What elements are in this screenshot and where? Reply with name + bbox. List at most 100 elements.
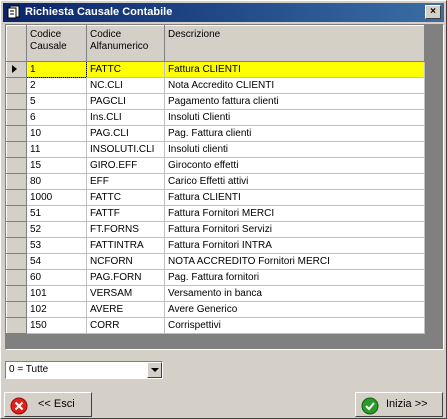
row-indicator[interactable] bbox=[6, 317, 27, 334]
row-indicator[interactable] bbox=[6, 189, 27, 206]
table-row[interactable]: 10 PAG.CLI Pag. Fattura clienti bbox=[6, 125, 425, 142]
cell-codice-alfanumerico[interactable]: AVERE bbox=[86, 301, 165, 318]
row-indicator[interactable] bbox=[6, 77, 27, 94]
cell-descrizione[interactable]: Insoluti clienti bbox=[164, 141, 425, 158]
cell-codice-alfanumerico[interactable]: FATTINTRA bbox=[86, 237, 165, 254]
cell-codice-causale[interactable]: 1000 bbox=[26, 189, 87, 206]
close-icon: × bbox=[430, 6, 436, 17]
table-row[interactable]: 150 CORR Corrispettivi bbox=[6, 317, 425, 334]
cell-descrizione[interactable]: Fattura CLIENTI bbox=[164, 61, 425, 78]
cell-codice-alfanumerico[interactable]: PAG.CLI bbox=[86, 125, 165, 142]
row-indicator[interactable] bbox=[6, 285, 27, 302]
row-indicator[interactable] bbox=[6, 109, 27, 126]
cell-descrizione[interactable]: Avere Generico bbox=[164, 301, 425, 318]
row-indicator[interactable] bbox=[6, 237, 27, 254]
table-row[interactable]: 102 AVERE Avere Generico bbox=[6, 301, 425, 318]
table-row[interactable]: 53 FATTINTRA Fattura Fornitori INTRA bbox=[6, 237, 425, 254]
cell-codice-causale[interactable]: 80 bbox=[26, 173, 87, 190]
cell-codice-causale[interactable]: 150 bbox=[26, 317, 87, 334]
cell-codice-causale[interactable]: 101 bbox=[26, 285, 87, 302]
cell-descrizione[interactable]: Fattura Fornitori INTRA bbox=[164, 237, 425, 254]
table-row[interactable]: 5 PAGCLI Pagamento fattura clienti bbox=[6, 93, 425, 110]
red-x-icon bbox=[10, 397, 28, 415]
table-row[interactable]: 1 FATTC Fattura CLIENTI bbox=[6, 61, 425, 78]
cell-codice-alfanumerico[interactable]: GIRO.EFF bbox=[86, 157, 165, 174]
row-indicator[interactable] bbox=[6, 93, 27, 110]
table-row[interactable]: 51 FATTF Fattura Fornitori MERCI bbox=[6, 205, 425, 222]
row-indicator[interactable] bbox=[6, 141, 27, 158]
table-row[interactable]: 6 Ins.CLI Insoluti Clienti bbox=[6, 109, 425, 126]
exit-button[interactable]: << Esci bbox=[4, 392, 92, 417]
row-indicator[interactable] bbox=[6, 125, 27, 142]
row-indicator[interactable] bbox=[6, 205, 27, 222]
cell-descrizione[interactable]: Versamento in banca bbox=[164, 285, 425, 302]
cell-codice-alfanumerico[interactable]: Ins.CLI bbox=[86, 109, 165, 126]
column-header-descrizione[interactable]: Descrizione bbox=[164, 25, 425, 62]
cell-codice-causale[interactable]: 15 bbox=[26, 157, 87, 174]
row-indicator[interactable] bbox=[6, 269, 27, 286]
table-row[interactable]: 54 NCFORN NOTA ACCREDITO Fornitori MERCI bbox=[6, 253, 425, 270]
cell-codice-alfanumerico[interactable]: NC.CLI bbox=[86, 77, 165, 94]
cell-codice-causale[interactable]: 1 bbox=[26, 61, 87, 78]
exit-button-label: << Esci bbox=[38, 398, 75, 410]
green-check-icon bbox=[361, 397, 379, 415]
cell-codice-causale[interactable]: 102 bbox=[26, 301, 87, 318]
cell-descrizione[interactable]: Fattura Fornitori Servizi bbox=[164, 221, 425, 238]
filter-dropdown-button[interactable] bbox=[147, 362, 162, 378]
form-icon bbox=[7, 5, 20, 19]
cell-descrizione[interactable]: Pagamento fattura clienti bbox=[164, 93, 425, 110]
cell-codice-causale[interactable]: 10 bbox=[26, 125, 87, 142]
row-indicator[interactable] bbox=[6, 173, 27, 190]
row-indicator[interactable] bbox=[6, 157, 27, 174]
cell-descrizione[interactable]: Nota Accredito CLIENTI bbox=[164, 77, 425, 94]
cell-codice-alfanumerico[interactable]: PAG.FORN bbox=[86, 269, 165, 286]
table-row[interactable]: 2 NC.CLI Nota Accredito CLIENTI bbox=[6, 77, 425, 94]
cell-codice-alfanumerico[interactable]: EFF bbox=[86, 173, 165, 190]
cell-descrizione[interactable]: Corrispettivi bbox=[164, 317, 425, 334]
cell-codice-causale[interactable]: 6 bbox=[26, 109, 87, 126]
table-row[interactable]: 15 GIRO.EFF Giroconto effetti bbox=[6, 157, 425, 174]
table-row[interactable]: 1000 FATTC Fattura CLIENTI bbox=[6, 189, 425, 206]
row-indicator[interactable] bbox=[6, 61, 27, 78]
column-header-codice-alfanumerico[interactable]: Codice Alfanumerico bbox=[86, 25, 165, 62]
cell-descrizione[interactable]: Pag. Fattura clienti bbox=[164, 125, 425, 142]
cell-codice-causale[interactable]: 11 bbox=[26, 141, 87, 158]
row-indicator[interactable] bbox=[6, 301, 27, 318]
row-indicator[interactable] bbox=[6, 221, 27, 238]
table-row[interactable]: 80 EFF Carico Effetti attivi bbox=[6, 173, 425, 190]
table-row[interactable]: 101 VERSAM Versamento in banca bbox=[6, 285, 425, 302]
cell-descrizione[interactable]: Pag. Fattura fornitori bbox=[164, 269, 425, 286]
cell-descrizione[interactable]: Fattura CLIENTI bbox=[164, 189, 425, 206]
cell-codice-alfanumerico[interactable]: FATTF bbox=[86, 205, 165, 222]
cell-codice-causale[interactable]: 2 bbox=[26, 77, 87, 94]
dialog-window: Richiesta Causale Contabile × Codice Caus… bbox=[0, 0, 447, 419]
table-row[interactable]: 11 INSOLUTI.CLI Insoluti clienti bbox=[6, 141, 425, 158]
column-header-codice-causale[interactable]: Codice Causale bbox=[26, 25, 87, 62]
cell-codice-causale[interactable]: 60 bbox=[26, 269, 87, 286]
filter-select[interactable]: 0 = Tutte bbox=[5, 361, 163, 379]
cell-codice-alfanumerico[interactable]: INSOLUTI.CLI bbox=[86, 141, 165, 158]
table-row[interactable]: 60 PAG.FORN Pag. Fattura fornitori bbox=[6, 269, 425, 286]
cell-descrizione[interactable]: Giroconto effetti bbox=[164, 157, 425, 174]
cell-codice-alfanumerico[interactable]: FATTC bbox=[86, 61, 165, 78]
cell-descrizione[interactable]: Insoluti Clienti bbox=[164, 109, 425, 126]
table-row[interactable]: 52 FT.FORNS Fattura Fornitori Servizi bbox=[6, 221, 425, 238]
cell-codice-causale[interactable]: 51 bbox=[26, 205, 87, 222]
cell-descrizione[interactable]: Carico Effetti attivi bbox=[164, 173, 425, 190]
close-button[interactable]: × bbox=[425, 5, 441, 19]
cell-codice-alfanumerico[interactable]: PAGCLI bbox=[86, 93, 165, 110]
start-button[interactable]: Inizia >> bbox=[355, 392, 443, 417]
cell-codice-causale[interactable]: 5 bbox=[26, 93, 87, 110]
cell-codice-causale[interactable]: 53 bbox=[26, 237, 87, 254]
cell-codice-causale[interactable]: 52 bbox=[26, 221, 87, 238]
causale-grid[interactable]: Codice Causale Codice Alfanumerico Descriz… bbox=[5, 24, 444, 350]
cell-codice-alfanumerico[interactable]: CORR bbox=[86, 317, 165, 334]
row-indicator[interactable] bbox=[6, 253, 27, 270]
cell-descrizione[interactable]: NOTA ACCREDITO Fornitori MERCI bbox=[164, 253, 425, 270]
cell-codice-alfanumerico[interactable]: NCFORN bbox=[86, 253, 165, 270]
cell-descrizione[interactable]: Fattura Fornitori MERCI bbox=[164, 205, 425, 222]
cell-codice-causale[interactable]: 54 bbox=[26, 253, 87, 270]
cell-codice-alfanumerico[interactable]: FATTC bbox=[86, 189, 165, 206]
cell-codice-alfanumerico[interactable]: VERSAM bbox=[86, 285, 165, 302]
cell-codice-alfanumerico[interactable]: FT.FORNS bbox=[86, 221, 165, 238]
